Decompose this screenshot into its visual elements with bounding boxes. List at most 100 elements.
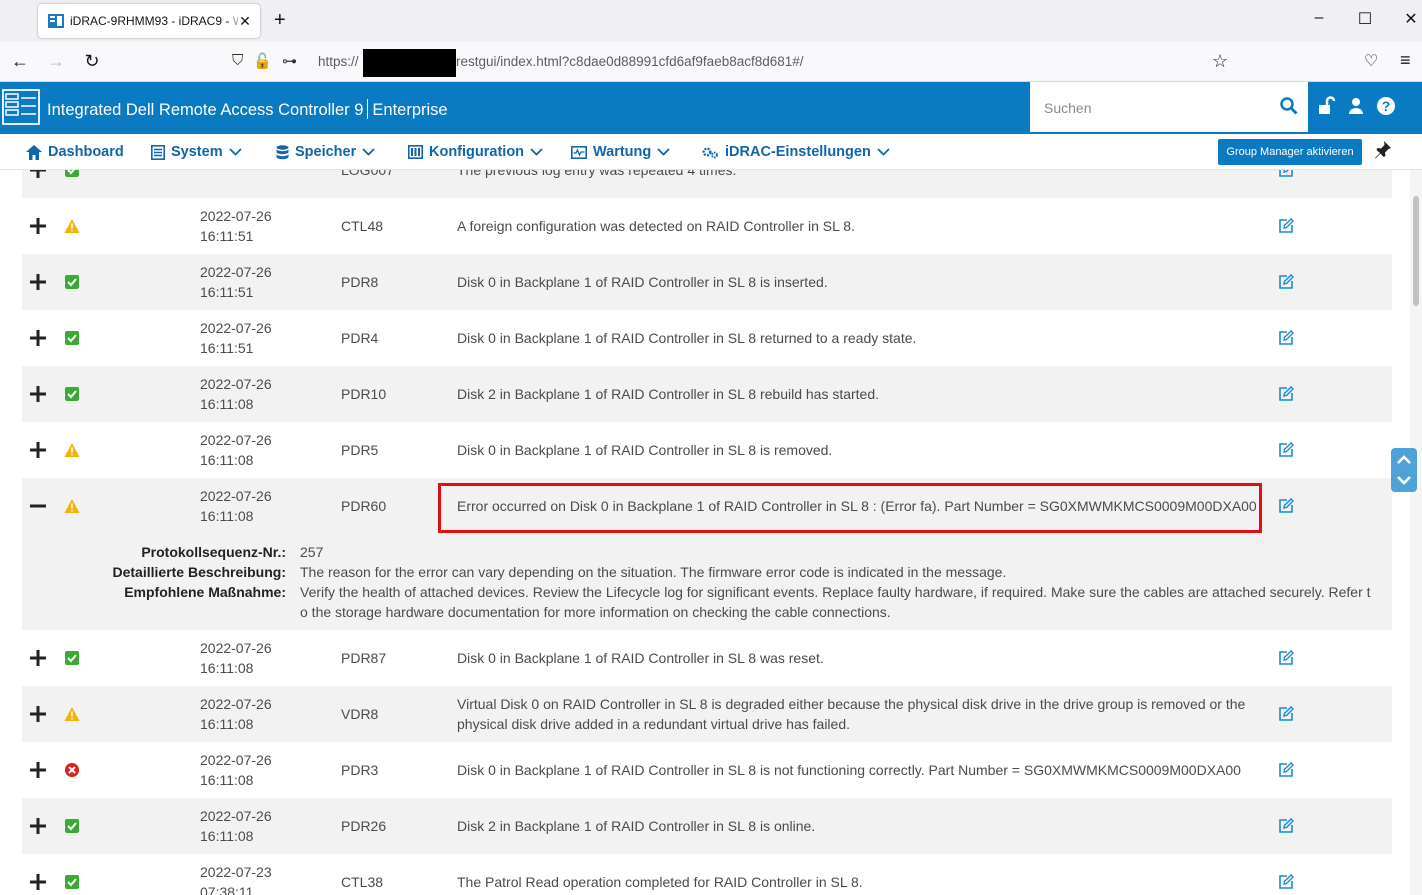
expand-icon[interactable]	[29, 817, 47, 835]
log-row[interactable]: 2022-07-26 16:11:51 CTL48 A foreign configu…	[22, 198, 1392, 254]
log-row[interactable]: 2022-07-26 16:11:08 PDR26 Disk 2 in Backpla…	[22, 798, 1392, 854]
log-row[interactable]: 2022-07-26 16:11:08 PDR10 Disk 2 in Backpla…	[22, 366, 1392, 422]
add-comment-icon[interactable]	[1278, 386, 1294, 402]
log-row[interactable]: 17:15:30LOG007The previous log entry was…	[22, 170, 1392, 198]
ok-status-icon	[65, 170, 79, 177]
collapse-icon[interactable]	[29, 497, 47, 515]
log-row[interactable]: 2022-07-26 16:11:08 PDR5 Disk 0 in Backplan…	[22, 422, 1392, 478]
log-message: The previous log entry was repeated 4 ti…	[457, 170, 737, 178]
log-row[interactable]: 2022-07-26 16:11:51 PDR4 Disk 0 in Backplan…	[22, 310, 1392, 366]
log-message-id: PDR3	[341, 762, 379, 778]
nav-dashboard[interactable]: Dashboard	[26, 144, 124, 160]
expand-icon[interactable]	[29, 705, 47, 723]
scroll-up-icon[interactable]	[1391, 448, 1417, 470]
detail-description-value: The reason for the error can vary depend…	[300, 564, 1007, 580]
main-nav: Dashboard System Speicher Konfiguration …	[0, 134, 1422, 170]
nav-storage[interactable]: Speicher	[276, 144, 375, 160]
new-tab-icon[interactable]: +	[274, 10, 286, 30]
app-title: Integrated Dell Remote Access Controller…	[47, 99, 448, 119]
help-icon[interactable]: ?	[1376, 96, 1396, 116]
add-comment-icon[interactable]	[1278, 650, 1294, 666]
scroll-down-icon[interactable]	[1391, 470, 1417, 492]
add-comment-icon[interactable]	[1278, 442, 1294, 458]
nav-idrac-settings[interactable]: iDRAC-Einstellungen	[702, 144, 890, 160]
reload-icon[interactable]: ↻	[80, 52, 104, 70]
user-icon[interactable]	[1346, 96, 1366, 116]
log-message: A foreign configuration was detected on …	[457, 218, 855, 234]
expand-icon[interactable]	[29, 217, 47, 235]
minimize-icon[interactable]: –	[1304, 9, 1334, 27]
add-comment-icon[interactable]	[1278, 498, 1294, 514]
url-path[interactable]: restgui/index.html?c8dae0d88991cfd6af9fa…	[456, 54, 804, 69]
search-input[interactable]: Suchen	[1030, 82, 1308, 132]
pocket-icon[interactable]: ♡	[1364, 51, 1378, 71]
bookmark-star-icon[interactable]: ☆	[1212, 51, 1228, 72]
log-row[interactable]: 2022-07-26 16:11:08 PDR3 Disk 0 in Backplan…	[22, 742, 1392, 798]
scrollbar-thumb[interactable]	[1413, 196, 1419, 306]
expand-icon[interactable]	[29, 441, 47, 459]
add-comment-icon[interactable]	[1278, 818, 1294, 834]
idrac-favicon-icon	[48, 14, 64, 28]
expand-icon[interactable]	[29, 649, 47, 667]
expand-icon[interactable]	[29, 761, 47, 779]
add-comment-icon[interactable]	[1278, 218, 1294, 234]
gears-icon	[702, 147, 718, 158]
forward-icon[interactable]: →	[44, 52, 68, 70]
browser-tab[interactable]: iDRAC-9RHMM93 - iDRAC9 - W ✕	[38, 4, 260, 38]
search-icon[interactable]	[1280, 97, 1298, 115]
log-row[interactable]: 2022-07-23 07:38:11 CTL38 The Patrol Read o…	[22, 854, 1392, 895]
scroll-control[interactable]	[1391, 448, 1417, 492]
log-timestamp: 2022-07-26 16:11:08	[200, 696, 272, 732]
lock-warning-icon[interactable]: 🔓	[253, 52, 272, 70]
log-message-id: PDR87	[341, 650, 387, 666]
add-comment-icon[interactable]	[1278, 274, 1294, 290]
log-message-id: PDR4	[341, 330, 379, 346]
log-timestamp: 2022-07-26 16:11:08	[200, 808, 272, 844]
idrac-header: Integrated Dell Remote Access Controller…	[0, 82, 1422, 134]
ok-status-icon	[65, 331, 79, 345]
url-prefix[interactable]: https://	[318, 54, 359, 69]
ok-status-icon	[65, 275, 79, 289]
log-row[interactable]: 2022-07-26 16:11:08 VDR8 Virtual Disk 0 on …	[22, 686, 1392, 742]
log-row[interactable]: 2022-07-26 16:11:08 PDR87 Disk 0 in Backpla…	[22, 630, 1392, 686]
warning-status-icon	[64, 219, 80, 233]
log-message: Disk 0 in Backplane 1 of RAID Controller…	[457, 442, 833, 458]
expand-icon[interactable]	[29, 385, 47, 403]
close-tab-icon[interactable]: ✕	[238, 13, 252, 30]
log-message: Disk 0 in Backplane 1 of RAID Controller…	[457, 330, 917, 346]
expand-icon[interactable]	[29, 273, 47, 291]
chevron-down-icon	[657, 148, 670, 156]
shield-icon[interactable]: ⛉	[232, 52, 243, 70]
pin-icon[interactable]	[1374, 140, 1392, 160]
nav-maintenance[interactable]: Wartung	[571, 144, 670, 160]
add-comment-icon[interactable]	[1278, 706, 1294, 722]
page-scrollbar[interactable]	[1410, 170, 1422, 895]
detail-action-label: Empfohlene Maßnahme:	[124, 584, 286, 600]
nav-configuration[interactable]: Konfiguration	[408, 144, 543, 160]
add-comment-icon[interactable]	[1278, 170, 1294, 178]
configuration-icon	[408, 145, 423, 159]
detail-action-value: Verify the health of attached devices. R…	[300, 584, 1371, 620]
log-timestamp: 2022-07-26 16:11:51	[200, 264, 272, 300]
log-row[interactable]: 2022-07-26 16:11:51 PDR8 Disk 0 in Backplan…	[22, 254, 1392, 310]
expand-icon[interactable]	[29, 873, 47, 891]
log-message-id: PDR5	[341, 442, 379, 458]
add-comment-icon[interactable]	[1278, 762, 1294, 778]
group-manager-button[interactable]: Group Manager aktivieren	[1218, 139, 1362, 165]
add-comment-icon[interactable]	[1278, 330, 1294, 346]
expand-icon[interactable]	[29, 170, 47, 179]
browser-tab-strip: iDRAC-9RHMM93 - iDRAC9 - W ✕ + – ☐ ✕	[0, 0, 1422, 42]
expand-icon[interactable]	[29, 329, 47, 347]
maximize-icon[interactable]: ☐	[1350, 9, 1380, 29]
key-icon[interactable]: ⊶	[282, 52, 297, 70]
log-message-id: PDR26	[341, 818, 387, 834]
nav-system[interactable]: System	[151, 144, 242, 160]
log-message-id: CTL38	[341, 874, 384, 890]
app-menu-icon[interactable]: ≡	[1400, 50, 1411, 71]
add-comment-icon[interactable]	[1278, 874, 1294, 890]
unlock-icon[interactable]	[1316, 96, 1336, 116]
log-timestamp: 2022-07-23 07:38:11	[200, 864, 272, 895]
log-row[interactable]: 2022-07-26 16:11:08 PDR60 Error occurred on…	[22, 478, 1392, 630]
close-window-icon[interactable]: ✕	[1396, 9, 1422, 29]
back-icon[interactable]: ←	[8, 52, 32, 70]
